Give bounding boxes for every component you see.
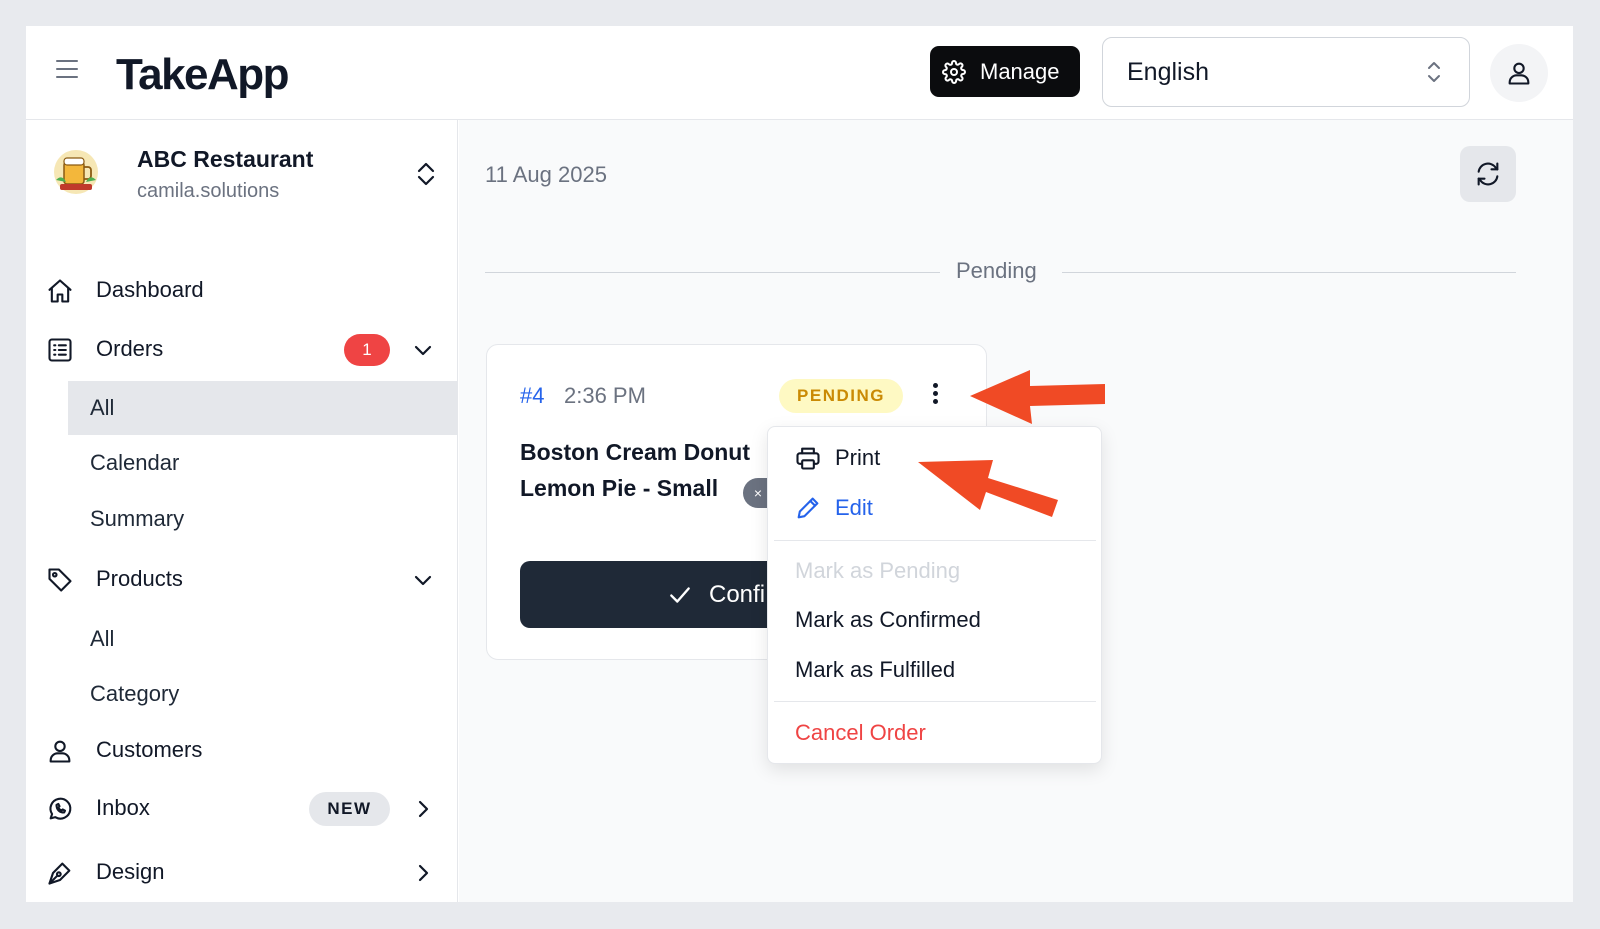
menu-item-mark-fulfilled[interactable]: Mark as Fulfilled bbox=[768, 647, 1101, 693]
gear-icon bbox=[942, 59, 966, 84]
sidebar-item-inbox[interactable]: Inbox NEW bbox=[26, 782, 458, 834]
app-logo[interactable]: TakeApp bbox=[116, 50, 290, 100]
sidebar-item-label: Customers bbox=[96, 737, 203, 762]
list-icon bbox=[48, 338, 72, 362]
menu-divider bbox=[774, 701, 1096, 702]
store-switcher[interactable]: ABC Restaurant camila.solutions bbox=[26, 120, 458, 230]
inbox-new-badge: NEW bbox=[309, 792, 390, 826]
user-icon bbox=[49, 740, 71, 763]
language-select[interactable]: English bbox=[1102, 37, 1470, 107]
sidebar-item-orders[interactable]: Orders 1 bbox=[26, 323, 458, 375]
chevron-right-icon bbox=[418, 800, 429, 818]
order-actions-menu: Print Edit Mark as Pending Mark as Confi… bbox=[767, 426, 1102, 764]
menu-item-label: Cancel Order bbox=[795, 720, 926, 745]
date-label: 11 Aug 2025 bbox=[485, 162, 607, 187]
order-number[interactable]: #4 bbox=[520, 383, 544, 409]
status-badge: PENDING bbox=[779, 379, 903, 413]
order-line-item: Lemon Pie - Small bbox=[520, 475, 719, 501]
sidebar-item-dashboard[interactable]: Dashboard bbox=[26, 264, 458, 316]
top-header: TakeApp Manage English bbox=[26, 26, 1573, 120]
manage-button[interactable]: Manage bbox=[930, 46, 1080, 97]
section-divider-right bbox=[1062, 272, 1516, 273]
chevron-down-icon bbox=[414, 575, 432, 586]
order-time: 2:36 PM bbox=[564, 383, 646, 408]
section-label: Pending bbox=[956, 258, 1037, 283]
order-line-item: Boston Cream Donut bbox=[520, 439, 750, 465]
store-logo bbox=[54, 150, 98, 194]
menu-item-label: Mark as Pending bbox=[795, 558, 961, 583]
chevron-up-down-icon bbox=[1428, 62, 1440, 82]
sidebar-item-customers[interactable]: Customers bbox=[26, 724, 458, 776]
menu-item-cancel-order[interactable]: Cancel Order bbox=[768, 710, 1101, 756]
orders-count-badge: 1 bbox=[344, 334, 390, 366]
manage-label: Manage bbox=[980, 58, 1060, 84]
refresh-icon bbox=[1477, 162, 1499, 186]
store-domain: camila.solutions bbox=[137, 180, 280, 202]
sidebar-item-design[interactable]: Design bbox=[26, 846, 458, 898]
sidebar-subitem-orders-calendar[interactable]: Calendar bbox=[68, 436, 458, 490]
pencil-icon bbox=[797, 497, 819, 519]
language-value: English bbox=[1127, 57, 1209, 86]
account-button[interactable] bbox=[1490, 44, 1548, 102]
sidebar-item-label: Dashboard bbox=[96, 277, 204, 302]
user-icon bbox=[1508, 62, 1530, 85]
menu-item-print[interactable]: Print bbox=[768, 435, 1101, 481]
printer-icon bbox=[796, 447, 820, 470]
refresh-button[interactable] bbox=[1460, 146, 1516, 202]
more-options-icon[interactable] bbox=[921, 383, 949, 411]
menu-item-mark-pending: Mark as Pending bbox=[768, 548, 1101, 594]
sidebar: ABC Restaurant camila.solutions Dashboar… bbox=[26, 120, 458, 902]
menu-item-label: Edit bbox=[835, 495, 873, 520]
home-icon bbox=[48, 279, 72, 303]
chevron-right-icon bbox=[418, 864, 429, 882]
chevron-up-down-icon bbox=[417, 162, 435, 186]
sidebar-item-label: Design bbox=[96, 859, 165, 884]
pen-icon bbox=[48, 862, 71, 885]
sidebar-subitem-products-all[interactable]: All bbox=[68, 612, 458, 666]
sidebar-item-label: Products bbox=[96, 566, 183, 591]
confirm-label: Confi bbox=[709, 580, 766, 608]
menu-divider bbox=[774, 540, 1096, 541]
sidebar-item-products[interactable]: Products bbox=[26, 553, 458, 605]
menu-item-mark-confirmed[interactable]: Mark as Confirmed bbox=[768, 597, 1101, 643]
tag-icon bbox=[48, 568, 72, 592]
menu-item-label: Mark as Fulfilled bbox=[795, 657, 956, 682]
whatsapp-icon bbox=[49, 797, 72, 820]
chevron-down-icon bbox=[414, 345, 432, 356]
hamburger-icon[interactable] bbox=[56, 60, 80, 84]
sidebar-subitem-orders-all[interactable]: All bbox=[68, 381, 458, 435]
menu-item-label: Mark as Confirmed bbox=[795, 607, 981, 632]
sidebar-item-label: Inbox bbox=[96, 795, 150, 820]
sidebar-item-label: Orders bbox=[96, 336, 164, 361]
store-name: ABC Restaurant bbox=[137, 146, 314, 172]
section-divider-left bbox=[485, 272, 940, 273]
sidebar-subitem-products-category[interactable]: Category bbox=[68, 667, 458, 721]
menu-item-label: Print bbox=[835, 445, 881, 470]
menu-item-edit[interactable]: Edit bbox=[768, 485, 1101, 531]
sidebar-subitem-orders-summary[interactable]: Summary bbox=[68, 492, 458, 546]
check-icon bbox=[670, 586, 690, 603]
